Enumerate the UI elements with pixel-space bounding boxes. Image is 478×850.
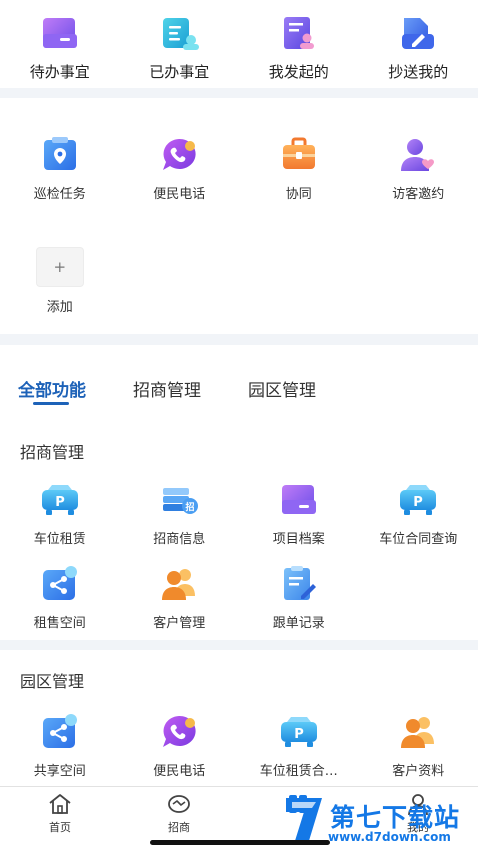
home-indicator-bar — [150, 840, 330, 845]
add-app-button[interactable]: + 添加 — [0, 247, 120, 315]
customer-group-icon — [159, 564, 199, 604]
func-project-archive-label: 项目档案 — [272, 532, 325, 547]
app-visitor-invite-label: 访客邀约 — [392, 187, 445, 202]
add-plus-icon: + — [35, 247, 84, 287]
func-investment-info[interactable]: 招 招商信息 — [120, 480, 240, 547]
quick-done-button[interactable]: 已办事宜 — [120, 14, 240, 82]
parking-car-icon: P — [40, 480, 80, 520]
share-space-icon — [40, 564, 80, 604]
func-parking-rental-label: 车位租赁 — [33, 532, 86, 547]
section-title-park: 园区管理 — [20, 672, 85, 691]
park-parking-rental-contract[interactable]: P 车位租赁合… — [239, 712, 359, 779]
investment-icon — [168, 795, 190, 813]
watermark-site-name: 第七下载站 — [330, 803, 461, 832]
svg-text:招: 招 — [186, 501, 195, 513]
park-shared-space-label: 共享空间 — [33, 764, 86, 779]
park-parking-rental-contract-label: 车位租赁合… — [259, 764, 338, 779]
home-icon — [49, 794, 71, 814]
func-customer-management[interactable]: 客户管理 — [120, 564, 240, 631]
func-follow-record-label: 跟单记录 — [272, 616, 325, 631]
quick-initiated-label: 我发起的 — [268, 63, 329, 81]
investment-books-icon: 招 — [159, 480, 199, 520]
app-service-phone-label: 便民电话 — [153, 187, 206, 202]
quick-cc-button[interactable]: 抄送我的 — [359, 14, 478, 82]
park-customer-profile[interactable]: 客户资料 — [359, 712, 478, 779]
project-folder-icon — [279, 480, 319, 520]
parking-car-icon: P — [279, 712, 319, 752]
app-service-phone[interactable]: 便民电话 — [120, 135, 240, 202]
nav-home[interactable]: 首页 — [30, 791, 90, 835]
nav-home-label: 首页 — [49, 821, 71, 834]
app-collaboration-label: 协同 — [285, 187, 312, 202]
tab-investment-management[interactable]: 招商管理 — [133, 376, 201, 401]
app-visitor-invite[interactable]: 访客邀约 — [359, 135, 478, 202]
section-title-investment: 招商管理 — [20, 443, 85, 462]
func-customer-management-label: 客户管理 — [153, 616, 206, 631]
func-follow-record[interactable]: 跟单记录 — [239, 564, 359, 631]
briefcase-icon — [279, 135, 319, 175]
park-service-phone[interactable]: 便民电话 — [120, 712, 240, 779]
quick-todo-label: 待办事宜 — [29, 63, 90, 81]
tab-all-functions[interactable]: 全部功能 — [18, 376, 86, 401]
tab-park-management[interactable]: 园区管理 — [248, 376, 316, 401]
func-project-archive[interactable]: 项目档案 — [239, 480, 359, 547]
common-apps-panel: 巡检任务 便民电话 协同 访客邀约 + 添加 — [0, 98, 478, 334]
watermark-site-url: www.d7down.com — [328, 830, 451, 844]
nav-investment[interactable]: 招商 — [149, 791, 209, 835]
app-patrol-task-label: 巡检任务 — [33, 187, 86, 202]
park-shared-space[interactable]: 共享空间 — [0, 712, 120, 779]
func-parking-rental[interactable]: P 车位租赁 — [0, 480, 120, 547]
app-patrol-task[interactable]: 巡检任务 — [0, 135, 120, 202]
svg-text:P: P — [55, 495, 65, 510]
quick-done-label: 已办事宜 — [149, 63, 210, 81]
customer-group-icon — [398, 712, 438, 752]
func-parking-contract-query[interactable]: P 车位合同查询 — [359, 480, 478, 547]
quick-cc-label: 抄送我的 — [388, 63, 449, 81]
park-service-phone-label: 便民电话 — [153, 764, 206, 779]
todo-folder-icon — [40, 14, 80, 54]
share-space-icon — [40, 712, 80, 752]
quick-todo-button[interactable]: 待办事宜 — [0, 14, 120, 82]
app-collaboration[interactable]: 协同 — [239, 135, 359, 202]
phone-icon — [159, 712, 199, 752]
park-management-panel: 园区管理 共享空间 便民电话 P 车位租赁合… 客户资料 — [0, 650, 478, 786]
park-customer-profile-label: 客户资料 — [392, 764, 445, 779]
cc-edit-icon — [398, 14, 438, 54]
done-doc-icon — [159, 14, 200, 54]
nav-investment-label: 招商 — [168, 821, 190, 834]
svg-text:P: P — [294, 727, 304, 742]
patrol-map-icon — [40, 135, 80, 175]
func-rental-space-label: 租售空间 — [33, 616, 86, 631]
svg-text:P: P — [413, 495, 423, 510]
phone-icon — [159, 135, 199, 175]
all-functions-panel: 全部功能 招商管理 园区管理 招商管理 P 车位租赁 招 招商信息 项目档案 P… — [0, 345, 478, 640]
follow-record-icon — [279, 564, 319, 604]
initiated-doc-icon — [279, 14, 319, 54]
func-investment-info-label: 招商信息 — [153, 532, 206, 547]
parking-contract-icon: P — [398, 480, 438, 520]
func-rental-space[interactable]: 租售空间 — [0, 564, 120, 631]
visitor-icon — [398, 135, 438, 175]
active-tab-indicator — [33, 402, 69, 405]
add-app-label: 添加 — [46, 300, 73, 315]
quick-initiated-button[interactable]: 我发起的 — [239, 14, 359, 82]
quick-actions-panel: 待办事宜 已办事宜 我发起的 抄送我的 — [0, 0, 478, 88]
func-parking-contract-query-label: 车位合同查询 — [379, 532, 458, 547]
